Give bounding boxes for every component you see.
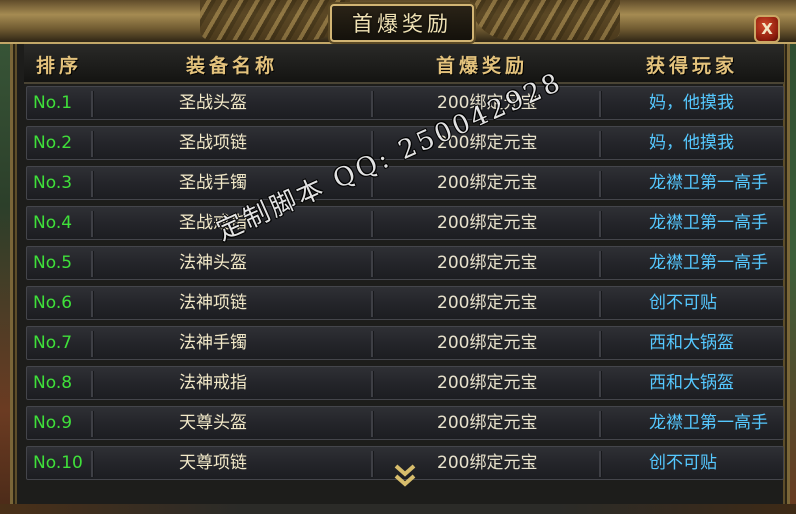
right-dragon-ornament-icon [470, 0, 620, 40]
column-divider [599, 251, 602, 277]
row-rank: No.6 [33, 293, 73, 313]
column-header-player: 获得玩家 [646, 55, 739, 77]
column-divider [599, 451, 602, 477]
column-divider [371, 411, 374, 437]
column-divider [371, 211, 374, 237]
left-dragon-ornament-icon [200, 0, 350, 40]
column-divider [599, 131, 602, 157]
column-divider [599, 331, 602, 357]
row-item-name: 圣战戒指 [179, 213, 247, 233]
row-reward: 200绑定元宝 [437, 333, 538, 353]
column-divider [91, 291, 94, 317]
column-divider [91, 371, 94, 397]
row-player: 创不可贴 [649, 293, 717, 313]
column-header-reward: 首爆奖励 [436, 55, 529, 77]
column-divider [371, 131, 374, 157]
column-divider [599, 371, 602, 397]
row-player: 龙襟卫第一高手 [649, 253, 768, 273]
row-item-name: 法神项链 [179, 293, 247, 313]
row-item-name: 法神头盔 [179, 253, 247, 273]
row-item-name: 法神手镯 [179, 333, 247, 353]
row-player: 西和大锅盔 [649, 333, 734, 353]
table-row[interactable]: No.8 法神戒指 200绑定元宝 西和大锅盔 [26, 366, 784, 400]
row-rank: No.8 [33, 373, 73, 393]
column-divider [599, 211, 602, 237]
column-divider [371, 331, 374, 357]
column-divider [91, 411, 94, 437]
row-item-name: 天尊项链 [179, 453, 247, 473]
row-rank: No.3 [33, 173, 73, 193]
table-row[interactable]: No.7 法神手镯 200绑定元宝 西和大锅盔 [26, 326, 784, 360]
column-divider [371, 171, 374, 197]
row-rank: No.10 [33, 453, 83, 473]
row-rank: No.2 [33, 133, 73, 153]
table-row[interactable]: No.1 圣战头盔 200绑定元宝 妈，他摸我 [26, 86, 784, 120]
column-divider [599, 91, 602, 117]
row-reward: 200绑定元宝 [437, 93, 538, 113]
column-divider [599, 291, 602, 317]
double-chevron-down-icon-svg [394, 464, 416, 487]
column-divider [91, 91, 94, 117]
row-reward: 200绑定元宝 [437, 293, 538, 313]
row-reward: 200绑定元宝 [437, 413, 538, 433]
row-player: 妈，他摸我 [649, 133, 734, 153]
table-row[interactable]: No.9 天尊头盔 200绑定元宝 龙襟卫第一高手 [26, 406, 784, 440]
table-row[interactable]: No.4 圣战戒指 200绑定元宝 龙襟卫第一高手 [26, 206, 784, 240]
table-row[interactable]: No.3 圣战手镯 200绑定元宝 龙襟卫第一高手 [26, 166, 784, 200]
table-row[interactable]: No.2 圣战项链 200绑定元宝 妈，他摸我 [26, 126, 784, 160]
column-divider [599, 171, 602, 197]
row-rank: No.7 [33, 333, 73, 353]
row-rank: No.1 [33, 93, 73, 113]
row-item-name: 圣战手镯 [179, 173, 247, 193]
row-item-name: 圣战项链 [179, 133, 247, 153]
close-button[interactable]: X [754, 15, 780, 43]
column-divider [599, 411, 602, 437]
panel-title: 首爆奖励 [330, 4, 474, 42]
game-scene-bottom [0, 504, 796, 514]
row-reward: 200绑定元宝 [437, 453, 538, 473]
row-item-name: 天尊头盔 [179, 413, 247, 433]
column-divider [371, 251, 374, 277]
row-rank: No.9 [33, 413, 73, 433]
column-divider [371, 291, 374, 317]
panel-top-frame: 首爆奖励 X [0, 0, 796, 44]
column-divider [91, 251, 94, 277]
column-divider [91, 171, 94, 197]
row-reward: 200绑定元宝 [437, 253, 538, 273]
row-reward: 200绑定元宝 [437, 213, 538, 233]
row-player: 龙襟卫第一高手 [649, 413, 768, 433]
row-player: 龙襟卫第一高手 [649, 173, 768, 193]
row-player: 西和大锅盔 [649, 373, 734, 393]
table-row[interactable]: No.6 法神项链 200绑定元宝 创不可贴 [26, 286, 784, 320]
column-divider [371, 451, 374, 477]
table-header: 排序 装备名称 首爆奖励 获得玩家 [24, 44, 784, 84]
column-divider [371, 91, 374, 117]
column-divider [91, 131, 94, 157]
column-divider [371, 371, 374, 397]
double-chevron-down-icon[interactable] [392, 462, 418, 490]
row-player: 创不可贴 [649, 453, 717, 473]
column-divider [91, 331, 94, 357]
column-header-item-name: 装备名称 [186, 55, 279, 77]
table-row[interactable]: No.5 法神头盔 200绑定元宝 龙襟卫第一高手 [26, 246, 784, 280]
row-reward: 200绑定元宝 [437, 173, 538, 193]
row-reward: 200绑定元宝 [437, 133, 538, 153]
row-rank: No.5 [33, 253, 73, 273]
reward-table-body[interactable]: No.1 圣战头盔 200绑定元宝 妈，他摸我 No.2 圣战项链 200绑定元… [26, 86, 784, 514]
column-header-rank: 排序 [36, 55, 83, 77]
row-reward: 200绑定元宝 [437, 373, 538, 393]
row-player: 妈，他摸我 [649, 93, 734, 113]
row-item-name: 圣战头盔 [179, 93, 247, 113]
row-player: 龙襟卫第一高手 [649, 213, 768, 233]
column-divider [91, 451, 94, 477]
column-divider [91, 211, 94, 237]
row-item-name: 法神戒指 [179, 373, 247, 393]
row-rank: No.4 [33, 213, 73, 233]
